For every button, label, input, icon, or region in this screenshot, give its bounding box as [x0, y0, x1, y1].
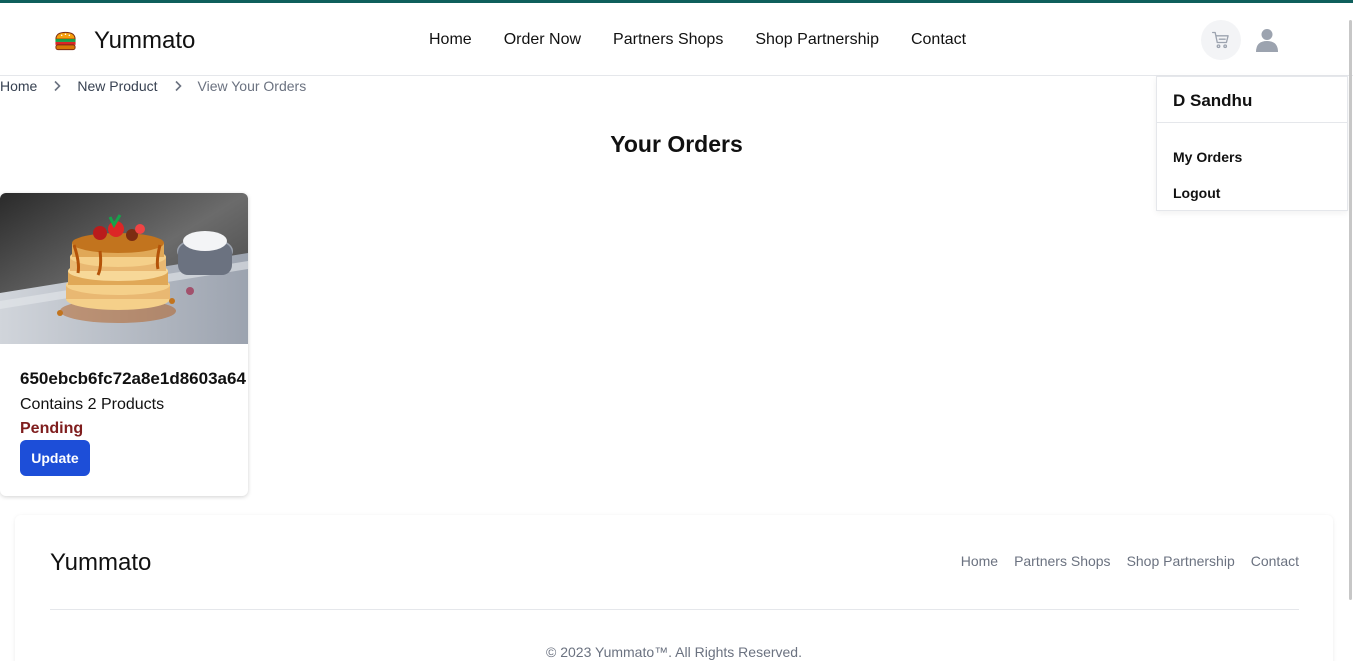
footer-copyright: © 2023 Yummato™. All Rights Reserved. — [546, 644, 802, 660]
order-status: Pending — [20, 420, 84, 437]
nav-shop-partnership[interactable]: Shop Partnership — [739, 31, 895, 49]
breadcrumb: Home New Product View Your Orders — [0, 78, 306, 94]
order-image — [0, 193, 248, 344]
order-card: 650ebcb6fc72a8e1d8603a64 Contains 2 Prod… — [0, 193, 248, 496]
burger-logo-icon — [55, 31, 76, 51]
order-id: 650ebcb6fc72a8e1d8603a64 — [20, 369, 246, 388]
footer-link-shop-partnership[interactable]: Shop Partnership — [1127, 553, 1235, 569]
footer-nav: Home Partners Shops Shop Partnership Con… — [945, 553, 1299, 569]
navbar: Yummato Home Order Now Partners Shops Sh… — [0, 3, 1353, 76]
user-name: D Sandhu — [1173, 91, 1253, 110]
cart-icon — [1212, 31, 1229, 49]
nav-order-now[interactable]: Order Now — [488, 31, 597, 49]
nav-home[interactable]: Home — [413, 31, 488, 49]
brand[interactable]: Yummato — [54, 27, 195, 55]
dropdown-divider — [1157, 122, 1347, 123]
nav-contact[interactable]: Contact — [895, 31, 982, 49]
main-nav: Home Order Now Partners Shops Shop Partn… — [413, 31, 982, 49]
footer: Yummato Home Partners Shops Shop Partner… — [15, 515, 1333, 661]
footer-link-home[interactable]: Home — [961, 553, 998, 569]
chevron-right-icon — [158, 80, 198, 92]
breadcrumb-current: View Your Orders — [197, 78, 307, 94]
cart-button[interactable] — [1201, 20, 1241, 60]
update-order-button[interactable]: Update — [20, 440, 90, 476]
footer-link-partners-shops[interactable]: Partners Shops — [1014, 553, 1111, 569]
page-title: Your Orders — [610, 131, 743, 157]
user-icon — [1256, 29, 1278, 52]
footer-brand[interactable]: Yummato — [50, 549, 151, 577]
user-menu-button[interactable] — [1253, 25, 1281, 55]
order-product-count: Contains 2 Products — [20, 396, 165, 413]
menu-item-logout[interactable]: Logout — [1173, 185, 1220, 201]
menu-item-my-orders[interactable]: My Orders — [1173, 149, 1242, 165]
page-scrollbar[interactable] — [1349, 20, 1352, 600]
footer-divider — [50, 609, 1299, 610]
chevron-right-icon — [37, 80, 77, 92]
footer-link-contact[interactable]: Contact — [1251, 553, 1299, 569]
user-dropdown-menu: D Sandhu My Orders Logout — [1156, 76, 1348, 211]
nav-partners-shops[interactable]: Partners Shops — [597, 31, 739, 49]
brand-name: Yummato — [94, 27, 196, 54]
breadcrumb-home[interactable]: Home — [0, 78, 37, 94]
breadcrumb-new-product[interactable]: New Product — [77, 78, 157, 94]
